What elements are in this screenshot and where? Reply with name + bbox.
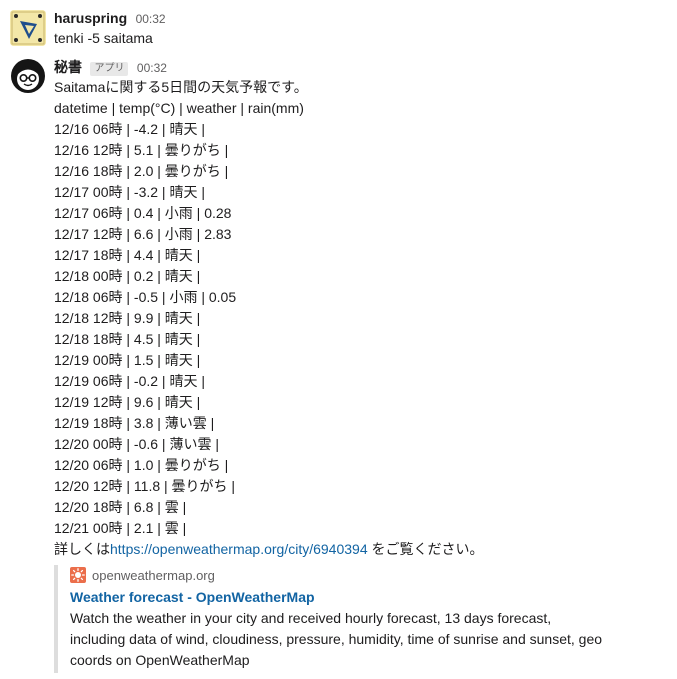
username[interactable]: haruspring: [54, 10, 127, 26]
compass-logo-icon: [10, 10, 46, 46]
forecast-row: 12/16 18時 | 2.0 | 曇りがち |: [54, 163, 229, 179]
preview-description: Watch the weather in your city and recei…: [70, 610, 603, 668]
face-avatar-icon: [11, 59, 45, 93]
forecast-row: 12/17 12時 | 6.6 | 小雨 | 2.83: [54, 226, 232, 242]
sun-icon: [70, 567, 86, 583]
forecast-row: 12/16 12時 | 5.1 | 曇りがち |: [54, 142, 229, 158]
details-prefix: 詳しくは: [54, 541, 110, 557]
intro-line: Saitamaに関する5日間の天気予報です。: [54, 79, 308, 95]
forecast-row: 12/20 18時 | 6.8 | 雲 |: [54, 499, 187, 515]
timestamp[interactable]: 00:32: [136, 12, 166, 26]
forecast-row: 12/20 06時 | 1.0 | 曇りがち |: [54, 457, 229, 473]
user-avatar-bot[interactable]: [10, 58, 46, 94]
forecast-row: 12/19 00時 | 1.5 | 晴天 |: [54, 352, 201, 368]
timestamp[interactable]: 00:32: [137, 61, 167, 75]
table-header-line: datetime | temp(°C) | weather | rain(mm): [54, 100, 304, 116]
message-text: tenki -5 saitama: [54, 30, 153, 46]
forecast-row: 12/16 06時 | -4.2 | 晴天 |: [54, 121, 205, 137]
forecast-row: 12/17 06時 | 0.4 | 小雨 | 0.28: [54, 205, 232, 221]
forecast-row: 12/19 18時 | 3.8 | 薄い雲 |: [54, 415, 215, 431]
forecast-row: 12/17 00時 | -3.2 | 晴天 |: [54, 184, 205, 200]
details-line: 詳しくはhttps://openweathermap.org/city/6940…: [54, 539, 669, 560]
preview-site-name: openweathermap.org: [92, 568, 215, 583]
link-preview: openweathermap.org Weather forecast - Op…: [54, 565, 618, 673]
forecast-link[interactable]: https://openweathermap.org/city/6940394: [110, 541, 368, 557]
username[interactable]: 秘書: [54, 59, 82, 75]
forecast-row: 12/17 18時 | 4.4 | 晴天 |: [54, 247, 201, 263]
message-text-block: Saitamaに関する5日間の天気予報です。 datetime | temp(°C…: [54, 77, 669, 539]
preview-site[interactable]: openweathermap.org: [70, 565, 618, 587]
app-badge: アプリ: [90, 62, 129, 76]
forecast-row: 12/18 06時 | -0.5 | 小雨 | 0.05: [54, 289, 237, 305]
forecast-row: 12/21 00時 | 2.1 | 雲 |: [54, 520, 187, 536]
forecast-row: 12/18 12時 | 9.9 | 晴天 |: [54, 310, 201, 326]
preview-title-link[interactable]: Weather forecast - OpenWeatherMap: [70, 587, 618, 608]
user-avatar-haruspring[interactable]: [10, 10, 46, 46]
forecast-row: 12/20 00時 | -0.6 | 薄い雲 |: [54, 436, 219, 452]
forecast-row: 12/20 12時 | 11.8 | 曇りがち |: [54, 478, 236, 494]
forecast-row: 12/18 18時 | 4.5 | 晴天 |: [54, 331, 201, 347]
forecast-row: 12/18 00時 | 0.2 | 晴天 |: [54, 268, 201, 284]
forecast-row: 12/19 12時 | 9.6 | 晴天 |: [54, 394, 201, 410]
details-suffix: をご覧ください。: [367, 541, 484, 557]
forecast-row: 12/19 06時 | -0.2 | 晴天 |: [54, 373, 205, 389]
